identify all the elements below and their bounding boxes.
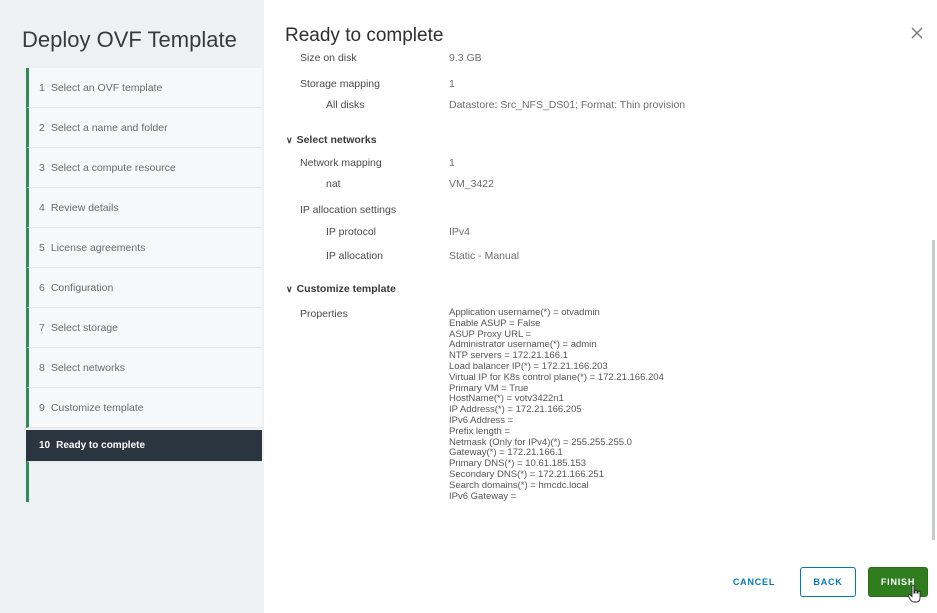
property-line: Search domains(*) = hmcdc.local [449,479,589,491]
step-label: Review details [50,201,119,214]
step-number: 8 [39,361,45,374]
step-label: Customize template [50,401,144,414]
customize-template-section[interactable]: ∨ Customize template [286,283,396,295]
wizard-title: Deploy OVF Template [22,27,237,52]
wizard-steps: 1 Select an OVF template 2 Select a name a… [26,68,262,502]
network-mapping-label: Network mapping [300,157,382,169]
step-3[interactable]: 3 Select a compute resource [26,148,262,188]
step-number: 4 [39,201,45,214]
back-button[interactable]: BACK [800,567,856,597]
nat-label: nat [326,178,341,190]
ip-protocol-label: IP protocol [326,226,377,238]
step-7[interactable]: 7 Select storage [26,308,262,348]
step-number: 2 [39,121,45,134]
ip-allocation-label: IP allocation [326,250,384,262]
select-networks-section[interactable]: ∨ Select networks [286,134,377,146]
network-mapping-value: 1 [449,157,455,169]
main-panel: Ready to complete Size on disk 9.3 GB St… [264,0,937,613]
step-9[interactable]: 9 Customize template [26,388,262,428]
section-label: Customize template [296,283,396,295]
step-number: 9 [39,401,45,414]
step-label: Ready to complete [56,440,146,451]
size-on-disk-label: Size on disk [300,52,357,64]
property-line: Prefix length = [449,425,510,437]
step-8[interactable]: 8 Select networks [26,348,262,388]
properties-list: Application username(*) = otvadmin Enabl… [449,307,749,502]
step-4[interactable]: 4 Review details [26,188,262,228]
section-label: Select networks [296,134,377,146]
step-label: Select storage [50,321,118,334]
step-label: Select networks [50,361,125,374]
steps-progress-line [26,462,262,502]
properties-label: Properties [300,308,348,320]
chevron-down-icon: ∨ [286,284,293,294]
hand-cursor-icon [908,585,921,603]
step-label: Select a name and folder [50,121,168,134]
step-label: Select a compute resource [50,161,176,174]
nat-value: VM_3422 [449,178,494,190]
step-10-active[interactable]: 10 Ready to complete [26,430,262,462]
step-number: 5 [39,241,45,254]
review-content: Size on disk 9.3 GB Storage mapping 1 Al… [264,52,924,555]
step-2[interactable]: 2 Select a name and folder [26,108,262,148]
property-line: Virtual IP for K8s control plane(*) = 17… [449,371,664,383]
storage-mapping-value: 1 [449,78,455,90]
step-number: 10 [39,440,51,451]
cancel-button[interactable]: CANCEL [726,567,782,597]
step-5[interactable]: 5 License agreements [26,228,262,268]
ip-allocation-settings-label: IP allocation settings [300,204,397,216]
step-6[interactable]: 6 Configuration [26,268,262,308]
step-number: 1 [39,81,45,94]
ip-allocation-value: Static - Manual [449,250,520,262]
step-label: License agreements [50,241,146,254]
storage-mapping-label: Storage mapping [300,78,380,90]
close-icon[interactable] [909,27,925,43]
step-label: Select an OVF template [50,81,163,94]
chevron-down-icon: ∨ [286,135,293,145]
all-disks-label: All disks [326,99,365,111]
property-line: IPv6 Gateway = [449,490,517,502]
vertical-scrollbar[interactable] [932,240,935,540]
all-disks-value: Datastore: Src_NFS_DS01; Format: Thin pr… [449,99,686,111]
size-on-disk-value: 9.3 GB [449,52,482,64]
ip-protocol-value: IPv4 [449,226,471,238]
step-number: 6 [39,281,45,294]
page-title: Ready to complete [285,25,444,46]
step-number: 7 [39,321,45,334]
step-1[interactable]: 1 Select an OVF template [26,68,262,108]
step-label: Configuration [50,281,114,294]
step-number: 3 [39,161,45,174]
property-line: Enable ASUP = False [449,317,541,329]
wizard-sidebar: Deploy OVF Template 1 Select an OVF templ… [0,0,264,613]
